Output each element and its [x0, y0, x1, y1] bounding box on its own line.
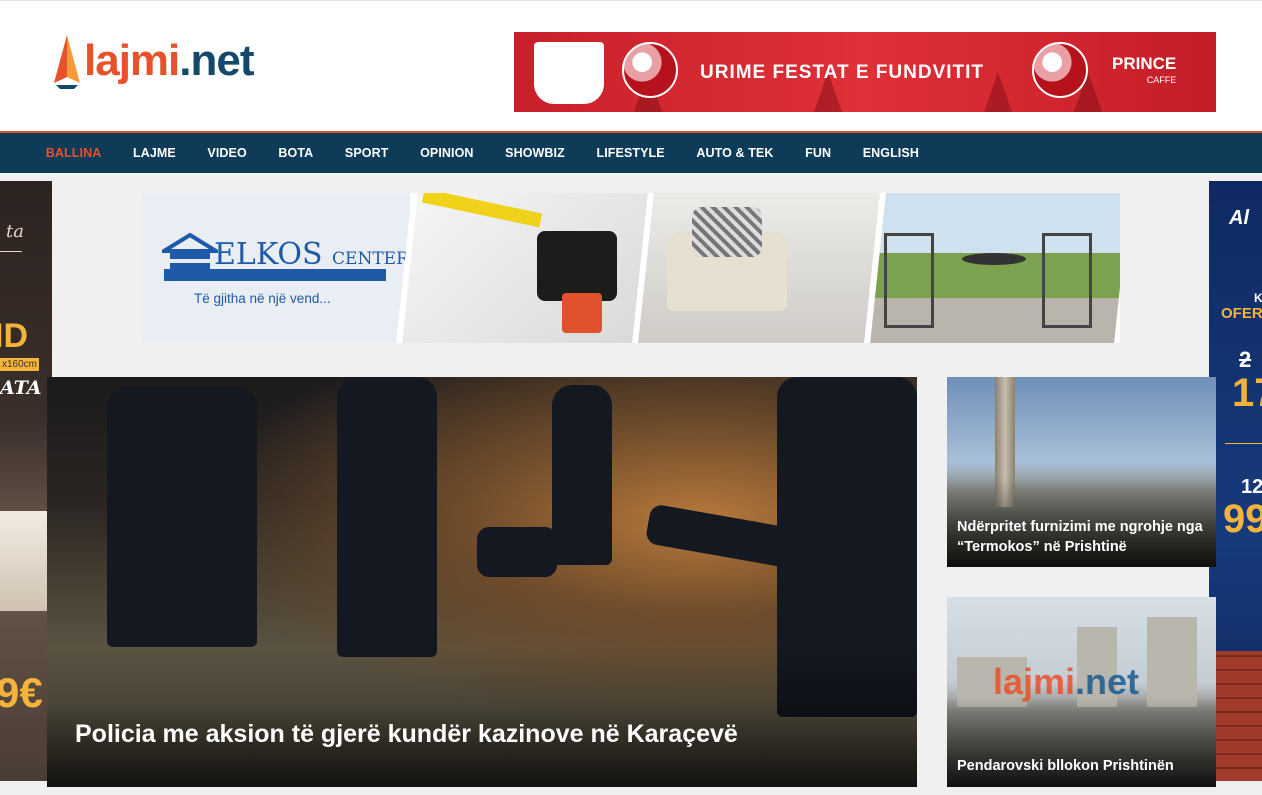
side-story-card[interactable]: lajmi.net Pendarovski bllokon Prishtinën [947, 597, 1216, 787]
nav-item-opinion[interactable]: OPINION [404, 146, 489, 160]
nav-item-fun[interactable]: FUN [789, 146, 847, 160]
elkos-ad-banner[interactable]: ELKOS CENTER Të gjitha në një vend... [142, 193, 1120, 343]
nav-item-lifestyle[interactable]: LIFESTYLE [581, 146, 681, 160]
drill-image [537, 231, 617, 301]
side-story-title: Pendarovski bllokon Prishtinën [957, 758, 1174, 774]
top-banner-text: URIME FESTAT E FUNDVITIT [700, 62, 985, 83]
featured-story-title: Policia me aksion të gjerë kundër kazino… [75, 720, 738, 748]
mattress-image [0, 511, 52, 611]
coffee-cup-icon [534, 42, 604, 104]
nav-item-ballina[interactable]: BALLINA [30, 146, 117, 160]
top-ad-banner[interactable]: URIME FESTAT E FUNDVITIT PRINCE CAFFE [514, 32, 1216, 112]
logo-text-net: .net [179, 36, 254, 85]
side-story-title: Ndërpritet furnizimi me ngrohje nga “Ter… [957, 519, 1203, 555]
nav-item-english[interactable]: ENGLISH [847, 146, 935, 160]
nav-item-showbiz[interactable]: SHOWBIZ [489, 146, 580, 160]
sail-logo-icon [54, 35, 80, 89]
right-skyscraper-ad[interactable]: Al K OFER 2 17 12 99 [1209, 181, 1262, 781]
brick-wall-image [1209, 651, 1262, 781]
site-header: lajmi.net URIME FESTAT E FUNDVITIT PRINC… [0, 0, 1262, 131]
nav-item-lajme[interactable]: LAJME [117, 146, 191, 160]
elkos-logo: ELKOS CENTER [214, 237, 409, 272]
main-nav: BALLINA LAJME VIDEO BOTA SPORT OPINION S… [0, 131, 1262, 173]
nav-item-auto-tek[interactable]: AUTO & TEK [681, 146, 790, 160]
nav-item-sport[interactable]: SPORT [329, 146, 404, 160]
left-skyscraper-ad[interactable]: ta ID x160cm ATA 9€ [0, 181, 52, 781]
nav-item-bota[interactable]: BOTA [263, 146, 329, 160]
ornament-icon [622, 42, 678, 98]
top-banner-brand: PRINCE CAFFE [1112, 54, 1177, 85]
side-story-card[interactable]: Ndërpritet furnizimi me ngrohje nga “Ter… [947, 377, 1216, 567]
featured-story[interactable]: Policia me aksion të gjerë kundër kazino… [47, 377, 917, 787]
logo-text-lajmi: lajmi [84, 36, 180, 85]
elkos-tagline: Të gjitha në një vend... [194, 291, 331, 306]
site-logo[interactable]: lajmi.net [52, 31, 255, 91]
nav-item-video[interactable]: VIDEO [192, 146, 263, 160]
ornament-icon [1032, 42, 1088, 98]
